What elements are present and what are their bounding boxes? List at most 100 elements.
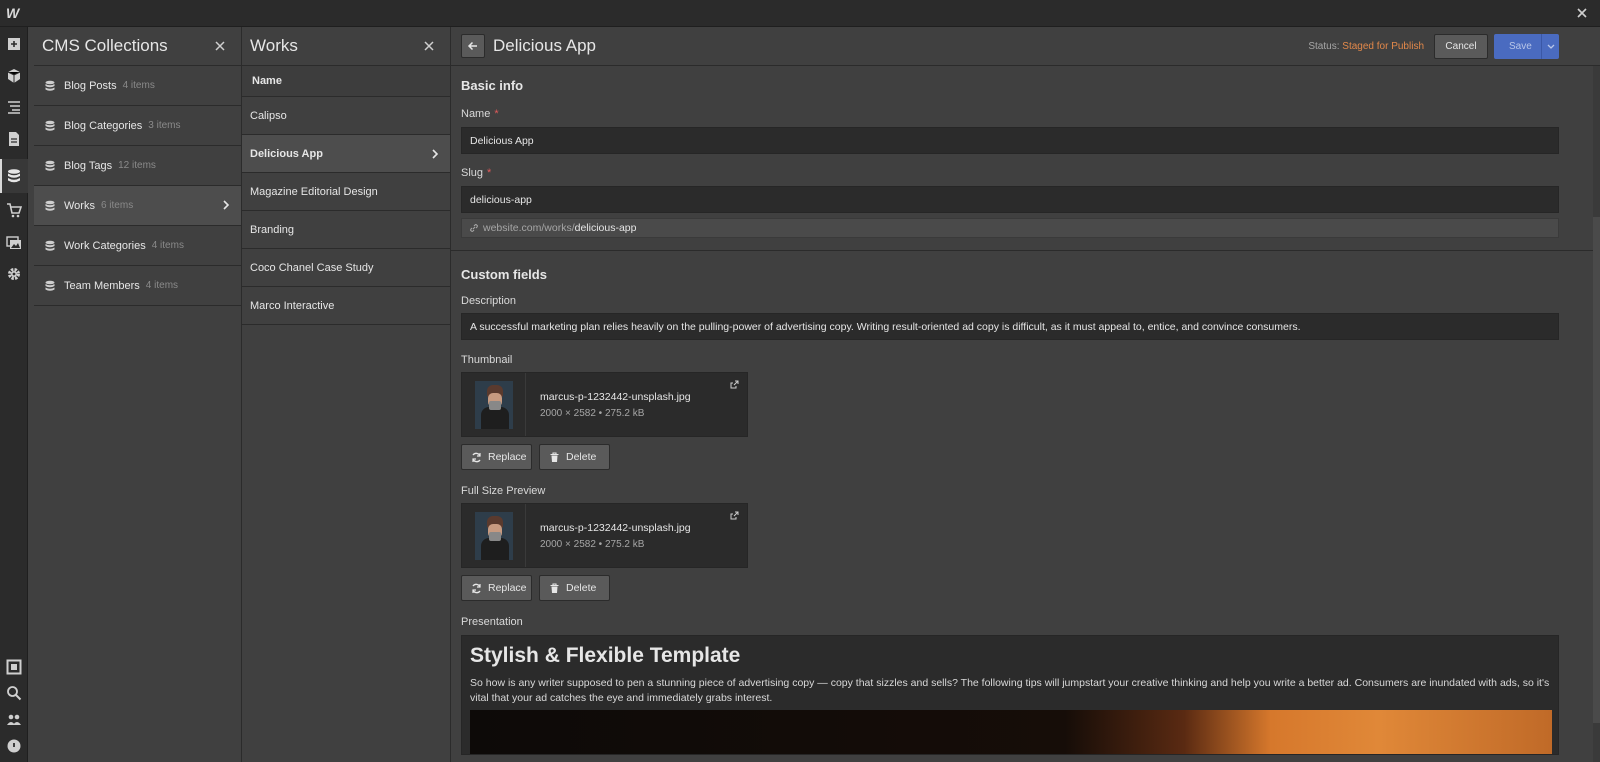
slug-field[interactable]: delicious-app xyxy=(461,186,1559,213)
status-indicator: Status: Staged for Publish xyxy=(1308,41,1424,52)
database-icon xyxy=(45,120,55,131)
collection-count: 3 items xyxy=(148,120,181,131)
thumbnail-preview xyxy=(462,373,526,436)
save-label: Save xyxy=(1509,41,1532,52)
basic-info-section: Basic info Name * Delicious App Slug * del… xyxy=(451,66,1593,251)
collection-item-team-members[interactable]: Team Members 4 items xyxy=(34,266,241,306)
name-field[interactable]: Delicious App xyxy=(461,127,1559,154)
presentation-heading: Stylish & Flexible Template xyxy=(470,644,741,667)
collection-name: Blog Categories xyxy=(64,119,143,132)
arrow-left-icon xyxy=(467,41,477,51)
cancel-button[interactable]: Cancel xyxy=(1434,34,1488,59)
collection-name: Works xyxy=(64,199,95,212)
help-icon[interactable] xyxy=(6,738,22,754)
presentation-rich-text-field[interactable]: Stylish & Flexible Template So how is an… xyxy=(461,635,1559,755)
collection-count: 4 items xyxy=(122,80,155,91)
ecommerce-cart-icon[interactable] xyxy=(6,202,22,218)
chevron-right-icon xyxy=(432,149,439,159)
users-icon[interactable] xyxy=(6,712,22,728)
thumbnail-image-card[interactable]: marcus-p-1232442-unsplash.jpg 2000 × 258… xyxy=(461,372,748,437)
delete-label: Delete xyxy=(566,451,597,463)
cms-collections-panel: CMS Collections Blog Posts 4 items Blog … xyxy=(34,27,242,762)
collection-item-blog-categories[interactable]: Blog Categories 3 items xyxy=(34,106,241,146)
work-item-coco-chanel-case-study[interactable]: Coco Chanel Case Study xyxy=(242,249,450,287)
thumbnail-label: Thumbnail xyxy=(461,354,513,366)
status-value: Staged for Publish xyxy=(1342,41,1424,52)
back-button[interactable] xyxy=(461,34,485,58)
database-icon xyxy=(45,280,55,291)
full-size-filename: marcus-p-1232442-unsplash.jpg xyxy=(540,522,691,534)
collection-name: Work Categories xyxy=(64,239,146,252)
add-panel-icon[interactable] xyxy=(6,36,22,52)
collection-item-blog-tags[interactable]: Blog Tags 12 items xyxy=(34,146,241,186)
collection-item-works[interactable]: Works 6 items xyxy=(34,186,241,226)
collection-count: 4 items xyxy=(145,280,179,291)
work-item-branding[interactable]: Branding xyxy=(242,211,450,249)
collection-count: 12 items xyxy=(118,160,156,171)
database-icon xyxy=(45,80,55,91)
collection-name: Blog Tags xyxy=(64,159,113,172)
item-title: Delicious App xyxy=(493,36,597,55)
column-header-name[interactable]: Name xyxy=(242,66,450,97)
save-options-dropdown[interactable] xyxy=(1541,34,1559,59)
save-button[interactable]: Save xyxy=(1494,34,1559,59)
description-label: Description xyxy=(461,295,517,307)
collection-item-work-categories[interactable]: Work Categories 4 items xyxy=(34,226,241,266)
collections-title: CMS Collections xyxy=(42,36,168,55)
full-size-delete-button[interactable]: Delete xyxy=(539,575,610,601)
full-size-replace-button[interactable]: Replace xyxy=(461,575,532,601)
pages-icon[interactable] xyxy=(6,131,22,147)
name-label-text: Name xyxy=(461,108,491,120)
thumbnail-replace-button[interactable]: Replace xyxy=(461,444,532,470)
item-editor: Delicious App Status: Staged for Publish… xyxy=(451,27,1600,762)
collection-item-blog-posts[interactable]: Blog Posts 4 items xyxy=(34,66,241,106)
close-collections-icon[interactable] xyxy=(213,39,227,53)
external-link-icon[interactable] xyxy=(730,511,739,520)
settings-gear-icon[interactable] xyxy=(6,266,22,282)
full-size-preview-label: Full Size Preview xyxy=(461,485,546,497)
symbols-icon[interactable] xyxy=(6,68,22,84)
close-works-icon[interactable] xyxy=(422,39,436,53)
search-icon[interactable] xyxy=(6,685,22,701)
work-item-label: Delicious App xyxy=(250,147,323,160)
photo-image xyxy=(474,380,513,429)
work-item-marco-interactive[interactable]: Marco Interactive xyxy=(242,287,450,325)
database-icon xyxy=(45,200,55,211)
work-item-calipso[interactable]: Calipso xyxy=(242,97,450,135)
database-icon xyxy=(45,240,55,251)
presentation-body: So how is any writer supposed to pen a s… xyxy=(470,677,1550,704)
thumbnail-delete-button[interactable]: Delete xyxy=(539,444,610,470)
work-item-delicious-app[interactable]: Delicious App xyxy=(242,135,450,173)
assets-icon[interactable] xyxy=(6,234,22,250)
delete-label: Delete xyxy=(566,582,597,594)
collection-count: 4 items xyxy=(151,240,184,251)
webflow-logo[interactable]: W xyxy=(6,5,24,21)
full-size-preview xyxy=(462,504,526,567)
full-size-meta: 2000 × 2582 • 275.2 kB xyxy=(540,539,645,550)
name-label: Name * xyxy=(461,108,499,120)
cms-database-icon[interactable] xyxy=(6,168,22,184)
collection-name: Team Members xyxy=(64,279,140,292)
custom-fields-title: Custom fields xyxy=(461,267,547,282)
slug-label-text: Slug xyxy=(461,167,484,179)
status-label: Status: xyxy=(1308,41,1340,52)
collection-name: Blog Posts xyxy=(64,79,117,92)
collections-header: CMS Collections xyxy=(34,27,241,66)
refresh-icon xyxy=(472,452,481,462)
required-marker: * xyxy=(487,167,492,179)
slug-url-preview: website.com/works/delicious-app xyxy=(461,218,1559,238)
editor-scrollbar-thumb[interactable] xyxy=(1593,217,1600,723)
external-link-icon[interactable] xyxy=(730,380,739,389)
thumbnail-meta: 2000 × 2582 • 275.2 kB xyxy=(540,408,645,419)
chevron-right-icon xyxy=(223,200,230,210)
close-icon[interactable] xyxy=(1574,5,1590,21)
navigator-icon[interactable] xyxy=(6,99,22,115)
photo-image xyxy=(474,511,513,560)
work-item-magazine-editorial-design[interactable]: Magazine Editorial Design xyxy=(242,173,450,211)
slug-suffix: delicious-app xyxy=(574,222,637,234)
trash-icon xyxy=(550,451,559,462)
description-field[interactable]: A successful marketing plan relies heavi… xyxy=(461,313,1559,340)
preview-icon[interactable] xyxy=(6,659,22,675)
full-size-image-card[interactable]: marcus-p-1232442-unsplash.jpg 2000 × 258… xyxy=(461,503,748,568)
link-icon xyxy=(470,224,478,232)
